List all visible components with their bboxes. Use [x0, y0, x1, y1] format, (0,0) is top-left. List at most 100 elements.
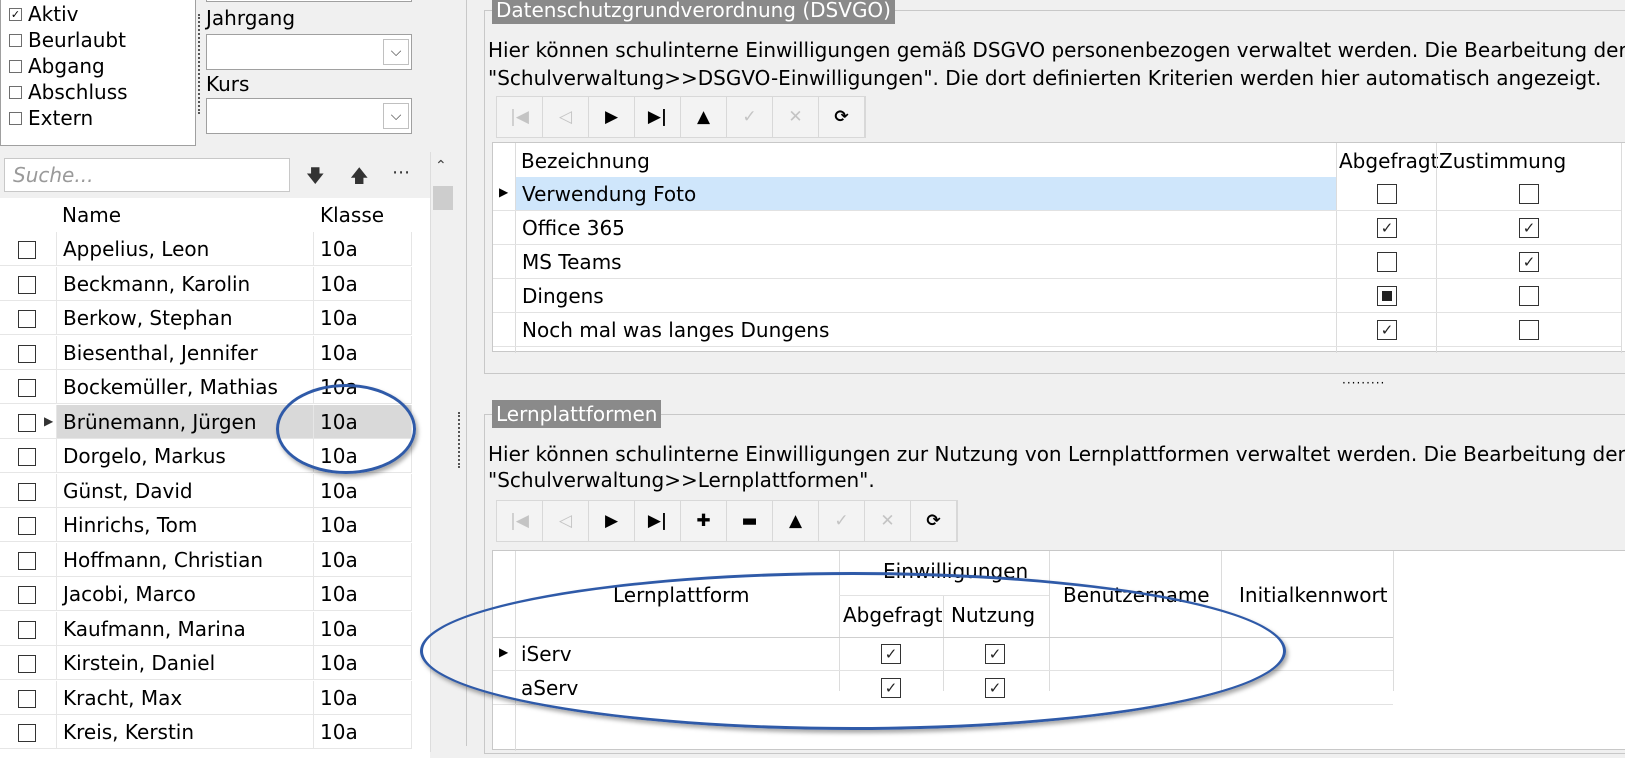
- more-icon[interactable]: ⋯: [392, 162, 410, 183]
- post-icon[interactable]: ✓: [819, 501, 865, 541]
- abgefragt-checkbox[interactable]: [1377, 252, 1397, 272]
- row-checkbox[interactable]: [18, 620, 36, 639]
- edit-icon[interactable]: ▲: [681, 97, 727, 137]
- row-checkbox[interactable]: [18, 379, 36, 397]
- bezeichnung-cell: Dingens: [522, 284, 604, 308]
- search-input[interactable]: Suche...: [4, 158, 290, 192]
- table-row[interactable]: Berkow, Stephan 10a: [0, 301, 412, 335]
- abgefragt-checkbox[interactable]: ✓: [1377, 320, 1397, 340]
- row-checkbox[interactable]: [18, 551, 36, 570]
- column-header-initialkennwort[interactable]: Initialkennwort: [1239, 583, 1388, 607]
- student-klasse: 10a: [314, 577, 412, 610]
- row-checkbox[interactable]: [18, 655, 36, 673]
- row-checkbox[interactable]: [18, 448, 36, 466]
- sort-up-icon[interactable]: 🡅: [350, 164, 369, 194]
- chevron-down-icon[interactable]: ⌵: [383, 39, 409, 65]
- table-row[interactable]: Appelius, Leon 10a: [0, 232, 412, 266]
- zustimmung-checkbox[interactable]: [1519, 184, 1539, 204]
- zustimmung-checkbox[interactable]: [1519, 320, 1539, 340]
- table-row[interactable]: Hinrichs, Tom 10a: [0, 508, 412, 542]
- status-extern[interactable]: Extern: [9, 105, 93, 131]
- column-header-bezeichnung[interactable]: Bezeichnung: [521, 149, 650, 173]
- splitter-dots-vertical[interactable]: [458, 412, 460, 468]
- abgefragt-checkbox[interactable]: ✓: [1377, 218, 1397, 238]
- prev-record-icon[interactable]: ◁: [543, 97, 589, 137]
- status-abgang[interactable]: Abgang: [9, 53, 105, 79]
- status-beurlaubt[interactable]: Beurlaubt: [9, 27, 126, 53]
- row-checkbox[interactable]: [18, 482, 36, 501]
- scroll-thumb[interactable]: [433, 186, 453, 210]
- annotation-oval-lernplattformen: [420, 572, 1286, 730]
- first-record-icon[interactable]: |◀: [497, 501, 543, 541]
- refresh-icon[interactable]: ⟳: [819, 97, 865, 137]
- lernplattformen-title: Lernplattformen: [492, 400, 662, 428]
- checkbox-aktiv[interactable]: ✓: [9, 7, 22, 21]
- table-row[interactable]: Günst, David 10a: [0, 473, 412, 508]
- student-klasse: 10a: [314, 266, 412, 300]
- column-header-name[interactable]: Name: [56, 198, 121, 232]
- column-header-abgefragt[interactable]: Abgefragt: [1339, 149, 1438, 173]
- zustimmung-checkbox[interactable]: ✓: [1519, 218, 1539, 238]
- dsgvo-title: Datenschutzgrundverordnung (DSVGO): [492, 0, 895, 24]
- table-row[interactable]: Kracht, Max 10a: [0, 680, 412, 715]
- student-klasse: 10a: [314, 301, 412, 334]
- checkbox-extern[interactable]: [9, 111, 22, 125]
- abgefragt-checkbox[interactable]: [1377, 286, 1397, 306]
- student-name: Dorgelo, Markus: [56, 439, 314, 472]
- table-row[interactable]: MS Teams ✓: [493, 245, 1621, 279]
- cancel-icon[interactable]: ✕: [773, 97, 819, 137]
- table-row[interactable]: Dingens: [493, 279, 1621, 313]
- status-aktiv[interactable]: ✓ Aktiv: [9, 1, 79, 27]
- table-row[interactable]: Noch mal was langes Dungens ✓: [493, 313, 1621, 347]
- horizontal-splitter[interactable]: ·········: [1342, 376, 1385, 390]
- jahrgang-select[interactable]: ⌵: [206, 34, 412, 70]
- checkbox-beurlaubt[interactable]: [9, 33, 22, 47]
- row-checkbox[interactable]: [18, 586, 36, 604]
- table-row[interactable]: Kirstein, Daniel 10a: [0, 646, 412, 680]
- first-record-icon[interactable]: |◀: [497, 97, 543, 137]
- table-row[interactable]: Kaufmann, Marina 10a: [0, 611, 412, 646]
- chevron-down-icon[interactable]: ⌵: [383, 103, 409, 129]
- jahrgang-label: Jahrgang: [206, 6, 296, 30]
- next-record-icon[interactable]: ▶: [589, 97, 635, 137]
- sort-down-icon[interactable]: 🡇: [306, 164, 325, 194]
- status-abschluss[interactable]: Abschluss: [9, 79, 128, 105]
- table-row[interactable]: Office 365 ✓ ✓: [493, 211, 1621, 245]
- student-name: Hoffmann, Christian: [56, 542, 314, 576]
- table-row[interactable]: ▶ Verwendung Foto: [493, 177, 1621, 211]
- scroll-up-icon[interactable]: ⌃: [435, 158, 447, 174]
- row-checkbox[interactable]: [18, 517, 36, 535]
- dsgvo-grid: Bezeichnung Abgefragt Zustimmung ▶ Verwen…: [492, 142, 1625, 353]
- edit-icon[interactable]: ▲: [773, 501, 819, 541]
- row-checkbox[interactable]: [18, 413, 36, 432]
- kurs-select[interactable]: ⌵: [206, 98, 412, 134]
- column-header-klasse[interactable]: Klasse: [314, 198, 384, 232]
- refresh-icon[interactable]: ⟳: [911, 501, 957, 541]
- prev-record-icon[interactable]: ◁: [543, 501, 589, 541]
- zustimmung-checkbox[interactable]: [1519, 286, 1539, 306]
- top-combo-edge: [206, 0, 412, 2]
- table-row[interactable]: Biesenthal, Jennifer 10a: [0, 335, 412, 370]
- row-checkbox[interactable]: [18, 275, 36, 294]
- row-checkbox[interactable]: [18, 689, 36, 708]
- column-header-zustimmung[interactable]: Zustimmung: [1439, 149, 1566, 173]
- minus-icon[interactable]: ▬: [727, 501, 773, 541]
- row-checkbox[interactable]: [18, 310, 36, 328]
- row-checkbox[interactable]: [18, 724, 36, 742]
- table-row[interactable]: Kreis, Kerstin 10a: [0, 715, 412, 749]
- next-record-icon[interactable]: ▶: [589, 501, 635, 541]
- row-checkbox[interactable]: [18, 241, 36, 259]
- last-record-icon[interactable]: ▶|: [635, 501, 681, 541]
- checkbox-abgang[interactable]: [9, 59, 22, 73]
- cancel-icon[interactable]: ✕: [865, 501, 911, 541]
- table-row[interactable]: Hoffmann, Christian 10a: [0, 542, 412, 577]
- zustimmung-checkbox[interactable]: ✓: [1519, 252, 1539, 272]
- last-record-icon[interactable]: ▶|: [635, 97, 681, 137]
- table-row[interactable]: Beckmann, Karolin 10a: [0, 266, 412, 301]
- abgefragt-checkbox[interactable]: [1377, 184, 1397, 204]
- row-checkbox[interactable]: [18, 344, 36, 363]
- table-row[interactable]: Jacobi, Marco 10a: [0, 577, 412, 611]
- plus-icon[interactable]: ✚: [681, 501, 727, 541]
- checkbox-abschluss[interactable]: [9, 85, 22, 99]
- post-icon[interactable]: ✓: [727, 97, 773, 137]
